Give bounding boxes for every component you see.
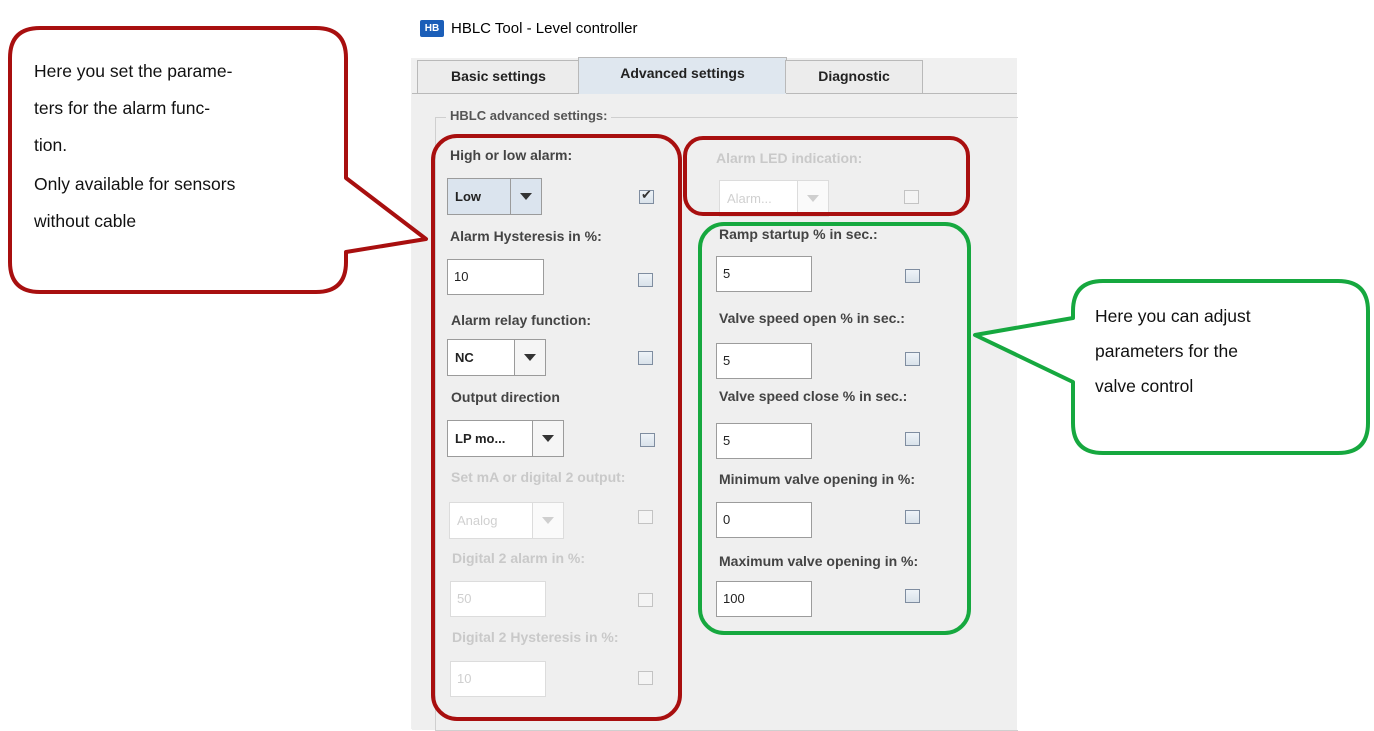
left-callout-line: Only available for sensors [34, 174, 236, 194]
right-callout-line: parameters for the [1095, 341, 1238, 361]
left-callout-line: without cable [34, 211, 137, 231]
right-callout-text: Here you can adjust parameters for the v… [1095, 303, 1251, 400]
left-callout-line: Here you set the parame- [34, 61, 233, 81]
right-callout-line: valve control [1095, 376, 1194, 396]
left-callout-line: tion. [34, 135, 68, 155]
left-callout-text: Here you set the parame- ters for the al… [34, 58, 235, 235]
left-callout-line: ters for the alarm func- [34, 98, 211, 118]
right-callout-line: Here you can adjust [1095, 306, 1251, 326]
